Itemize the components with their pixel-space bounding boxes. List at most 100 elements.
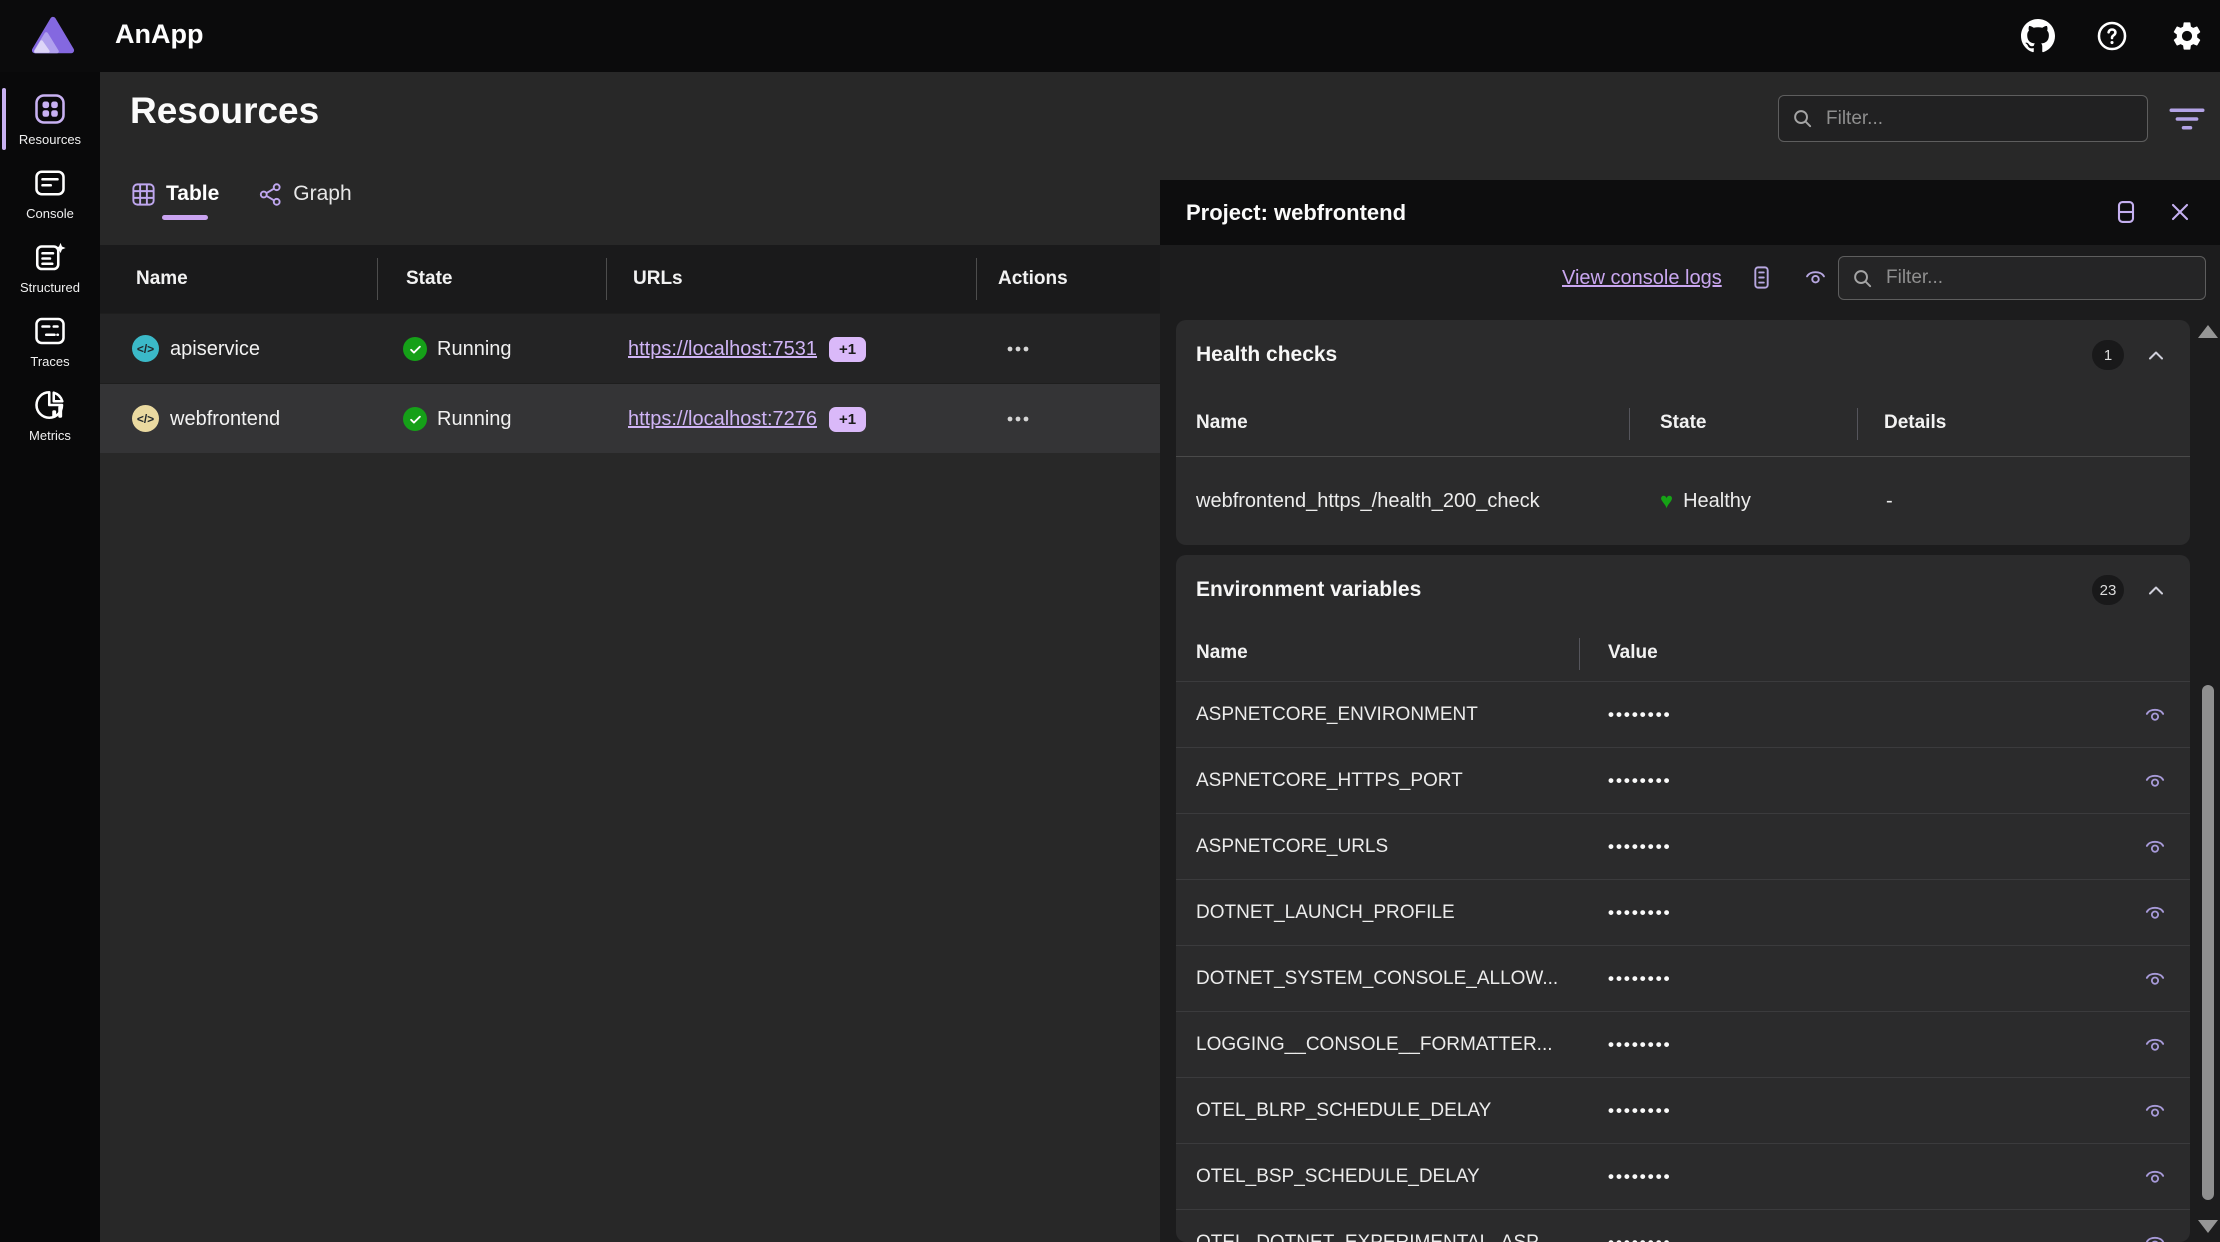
environment-variables-count-badge: 23 — [2092, 575, 2124, 605]
eye-icon[interactable] — [2142, 1164, 2168, 1190]
column-header-name: Name — [1196, 625, 1248, 681]
health-check-name: webfrontend_https_/health_200_check — [1196, 457, 1540, 545]
sidebar-item-traces[interactable]: Traces — [0, 304, 100, 378]
eye-icon[interactable] — [2142, 900, 2168, 926]
env-var-row[interactable]: ASPNETCORE_ENVIRONMENT •••••••• — [1176, 681, 2190, 748]
env-var-row[interactable]: OTEL_BLRP_SCHEDULE_DELAY •••••••• — [1176, 1077, 2190, 1144]
column-divider — [976, 258, 977, 300]
table-row-webfrontend[interactable]: </> webfrontend Running https://localhos… — [100, 383, 1160, 453]
sidebar: Resources Console Structured — [0, 72, 100, 1242]
eye-icon[interactable] — [1802, 264, 1829, 291]
console-icon — [32, 165, 68, 201]
url-count-badge[interactable]: +1 — [829, 407, 866, 432]
sidebar-item-resources[interactable]: Resources — [0, 82, 100, 156]
resources-filter-input[interactable] — [1778, 95, 2148, 142]
heart-icon: ♥ — [1660, 488, 1673, 514]
env-var-name: ASPNETCORE_URLS — [1196, 814, 1388, 880]
column-header-details: Details — [1884, 390, 1946, 456]
view-tabs: Table Graph — [130, 168, 352, 220]
tab-graph[interactable]: Graph — [257, 168, 351, 220]
sidebar-item-console[interactable]: Console — [0, 156, 100, 230]
env-var-row[interactable]: OTEL_BSP_SCHEDULE_DELAY •••••••• — [1176, 1143, 2190, 1210]
sidebar-item-structured[interactable]: Structured — [0, 230, 100, 304]
resource-url-link[interactable]: https://localhost:7531 — [628, 338, 817, 361]
metrics-icon — [32, 387, 68, 423]
env-var-masked-value: •••••••• — [1608, 748, 1672, 814]
env-var-row[interactable]: OTEL_DOTNET_EXPERIMENTAL_ASP... •••••••• — [1176, 1209, 2190, 1242]
env-var-row[interactable]: DOTNET_LAUNCH_PROFILE •••••••• — [1176, 879, 2190, 946]
tab-table-label: Table — [166, 182, 219, 206]
env-var-masked-value: •••••••• — [1608, 1144, 1672, 1210]
tab-graph-label: Graph — [293, 182, 351, 206]
sidebar-item-label: Resources — [19, 132, 81, 147]
env-var-name: ASPNETCORE_ENVIRONMENT — [1196, 682, 1478, 748]
env-var-masked-value: •••••••• — [1608, 682, 1672, 748]
view-console-logs-link[interactable]: View console logs — [1562, 245, 1722, 311]
column-header-name: Name — [1196, 390, 1248, 456]
app-logo-icon — [30, 13, 76, 59]
eye-icon[interactable] — [2142, 966, 2168, 992]
env-var-name: OTEL_DOTNET_EXPERIMENTAL_ASP... — [1196, 1210, 1552, 1242]
env-var-masked-value: •••••••• — [1608, 814, 1672, 880]
health-check-state: Healthy — [1683, 490, 1751, 513]
scrollbar-thumb[interactable] — [2202, 685, 2214, 1200]
env-var-name: OTEL_BSP_SCHEDULE_DELAY — [1196, 1144, 1480, 1210]
eye-icon[interactable] — [2142, 834, 2168, 860]
details-panel-body: View console logs — [1160, 245, 2220, 1242]
github-icon[interactable] — [2021, 19, 2055, 53]
eye-icon[interactable] — [2142, 702, 2168, 728]
resource-url-link[interactable]: https://localhost:7276 — [628, 408, 817, 431]
more-actions-icon[interactable] — [998, 337, 1038, 361]
split-panel-icon[interactable] — [2112, 198, 2140, 226]
eye-icon[interactable] — [2142, 1098, 2168, 1124]
health-checks-card: Health checks 1 Name State Details webfr… — [1176, 320, 2190, 545]
column-divider — [606, 258, 607, 300]
column-divider — [1579, 638, 1580, 670]
details-filter-input[interactable] — [1838, 256, 2206, 300]
column-divider — [377, 258, 378, 300]
details-panel-title: Project: webfrontend — [1186, 180, 1406, 245]
details-filter-field[interactable] — [1884, 266, 2193, 290]
table-row-apiservice[interactable]: </> apiservice Running https://localhost… — [100, 313, 1160, 383]
env-var-row[interactable]: ASPNETCORE_HTTPS_PORT •••••••• — [1176, 747, 2190, 814]
column-header-state: State — [406, 245, 452, 313]
eye-icon[interactable] — [2142, 1230, 2168, 1242]
sidebar-item-metrics[interactable]: Metrics — [0, 378, 100, 452]
environment-variables-table-header: Name Value — [1176, 625, 2190, 682]
health-check-row[interactable]: webfrontend_https_/health_200_check ♥ He… — [1176, 457, 2190, 545]
eye-icon[interactable] — [2142, 768, 2168, 794]
resources-table: Name State URLs Actions </> apiservice R… — [100, 245, 1160, 453]
env-var-name: OTEL_BLRP_SCHEDULE_DELAY — [1196, 1078, 1491, 1144]
env-var-name: LOGGING__CONSOLE__FORMATTER... — [1196, 1012, 1553, 1078]
eye-icon[interactable] — [2142, 1032, 2168, 1058]
url-count-badge[interactable]: +1 — [829, 337, 866, 362]
filter-icon[interactable] — [2166, 98, 2208, 140]
structured-logs-icon — [32, 239, 68, 275]
health-checks-count-badge: 1 — [2092, 340, 2124, 370]
tab-table[interactable]: Table — [130, 168, 219, 220]
sidebar-item-label: Traces — [30, 354, 69, 369]
more-actions-icon[interactable] — [998, 407, 1038, 431]
close-icon[interactable] — [2166, 198, 2194, 226]
search-icon — [1851, 267, 1874, 290]
env-var-row[interactable]: DOTNET_SYSTEM_CONSOLE_ALLOW... •••••••• — [1176, 945, 2190, 1012]
chevron-up-icon[interactable] — [2144, 344, 2168, 368]
resources-table-header: Name State URLs Actions — [100, 245, 1160, 313]
resource-name: apiservice — [170, 314, 260, 384]
resources-filter-field[interactable] — [1824, 107, 2135, 131]
document-icon[interactable] — [1748, 264, 1775, 291]
resource-state: Running — [437, 314, 512, 384]
traces-icon — [32, 313, 68, 349]
help-icon[interactable] — [2095, 19, 2129, 53]
env-var-masked-value: •••••••• — [1608, 946, 1672, 1012]
gear-icon[interactable] — [2170, 19, 2204, 53]
env-var-name: ASPNETCORE_HTTPS_PORT — [1196, 748, 1463, 814]
column-header-name: Name — [136, 245, 188, 313]
scrollbar-up-arrow[interactable] — [2198, 325, 2218, 338]
env-var-row[interactable]: LOGGING__CONSOLE__FORMATTER... •••••••• — [1176, 1011, 2190, 1078]
environment-variables-title: Environment variables — [1196, 555, 1421, 625]
chevron-up-icon[interactable] — [2144, 579, 2168, 603]
scrollbar-down-arrow[interactable] — [2198, 1220, 2218, 1233]
table-view-icon — [130, 181, 157, 208]
env-var-row[interactable]: ASPNETCORE_URLS •••••••• — [1176, 813, 2190, 880]
